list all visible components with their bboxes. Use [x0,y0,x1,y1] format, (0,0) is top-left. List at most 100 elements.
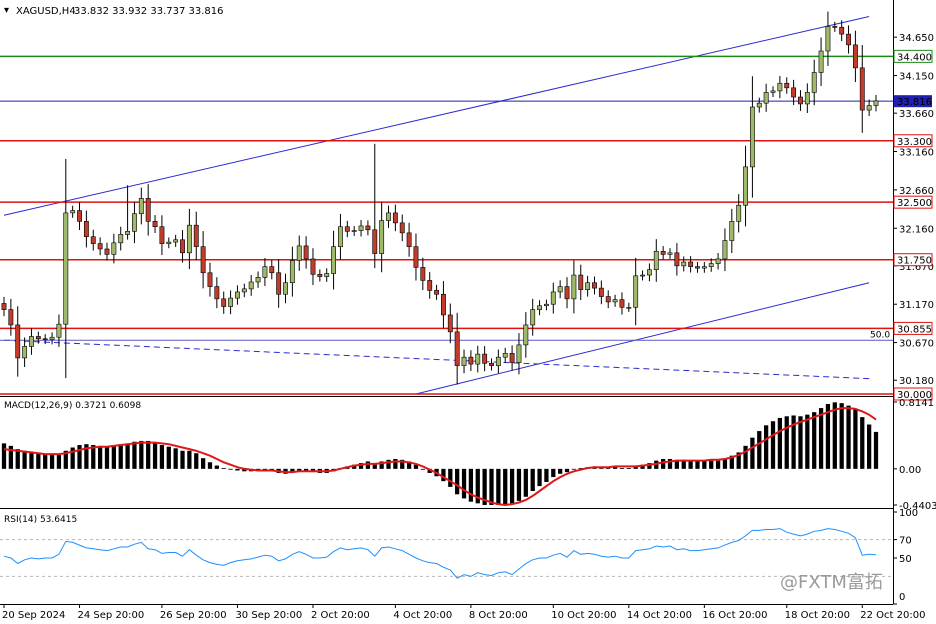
macd-bar [97,445,103,469]
macd-bar [805,414,810,469]
candle-down [441,293,446,316]
candle-up [777,82,783,92]
rsi-panel[interactable]: 100 70 50 0 RSI(14) 53.6415 @FXTM富拓 [0,508,918,605]
macd-bar [159,445,165,469]
time-tick-label: 10 Oct 20:00 [551,610,616,621]
macd-bar [365,461,371,469]
macd-bar [619,468,625,469]
candle-down [859,67,865,111]
candle-up [729,221,735,241]
candle-down [8,309,14,326]
candle-up [818,50,824,73]
candle-down [509,353,515,363]
macd-axis: 0.81410.00-0.4403 [893,398,936,512]
macd-bar [757,431,762,469]
candle-down [207,272,213,287]
candle-up [530,309,536,326]
macd-bar [393,458,398,469]
rsi-levels [0,539,893,577]
candle-down [427,280,433,291]
macd-bar [56,454,62,469]
macd-bar [49,454,55,469]
macd-bar [297,468,302,471]
candle-down [42,338,48,341]
fib-50-label: 50.0 [870,330,890,340]
macd-bar [1,443,7,469]
candle-up [22,346,28,359]
rsi-tick-label: 0 [899,592,905,603]
candle-down [145,198,151,222]
candle-down [344,226,350,232]
ohlc-readout: 33.832 33.932 33.737 33.816 [74,6,224,17]
trend-line [415,282,870,395]
candle-up [358,225,364,231]
candle-down [482,353,488,364]
fib-level[interactable]: 50.0 [0,330,893,341]
level-tag-label: 33.300 [897,137,932,148]
macd-bar [132,441,137,469]
macd-bar [104,446,110,469]
macd-bar [860,417,865,469]
symbol-label: XAGUSD,H4 [16,6,76,17]
time-tick-label: 16 Oct 20:00 [702,610,767,621]
price-chart[interactable]: 50.0 34.650 34.150 33.660 33.160 32.660 32.16… [0,0,936,624]
candle-down [420,267,426,281]
candle-down [83,221,89,237]
macd-bar [221,468,226,469]
time-tick-label: 30 Sep 20:00 [235,610,302,621]
candle-up [166,241,172,244]
time-tick-label: 8 Oct 20:00 [469,610,528,621]
candle-down [317,273,323,277]
macd-label: MACD(12,26,9) 0.3721 0.6098 [4,401,141,411]
macd-bar [36,453,41,469]
macd-bar [743,445,748,469]
symbol-dropdown-icon[interactable]: ▾ [4,5,9,16]
candle-down [1,303,7,310]
macd-bar [626,468,631,469]
candle-up [173,239,179,243]
candle-up [653,250,659,270]
price-tick-label: 30.180 [899,376,934,387]
macd-bar [448,468,453,487]
price-tick-label: 34.150 [899,72,934,83]
macd-bar [715,460,721,469]
macd-histogram [1,402,879,505]
candle-up [70,210,76,214]
macd-bar [461,468,467,499]
rsi-axis: 100 70 50 0 [893,508,918,605]
candle-up [715,258,721,264]
candle-down [598,287,604,297]
candle-down [468,356,474,365]
candle-up [640,274,645,277]
macd-bar [722,458,728,469]
level-tag-label: 33.816 [897,97,932,108]
candle-down [564,286,570,300]
macd-bar [832,402,837,469]
candle-down [200,246,206,274]
macd-bar [29,452,34,469]
candle-up [722,240,728,260]
macd-bar [166,446,171,469]
candle-up [701,266,707,269]
level-tag-label: 34.400 [897,52,932,63]
candle-up [571,274,577,300]
price-tick-label: 31.170 [899,300,934,311]
price-tick-label: 34.650 [899,33,934,44]
macd-bar [784,416,789,469]
macd-bar [496,468,501,505]
macd-bar [139,440,144,469]
candle-up [585,282,591,290]
macd-panel[interactable]: 0.81410.00-0.4403 MACD(12,26,9) 0.3721 0… [0,398,936,512]
rsi-tick-label: 100 [899,508,918,519]
candle-up [763,92,769,104]
price-panel[interactable]: 50.0 34.650 34.150 33.660 33.160 32.660 32.16… [0,0,934,604]
candle-up [825,26,831,52]
candle-down [15,324,21,359]
rsi-label: RSI(14) 53.6415 [4,515,77,525]
macd-bar [503,468,508,505]
candle-up [543,303,549,307]
candle-up [338,226,343,247]
candle-up [537,305,542,310]
macd-bar [111,445,116,469]
macd-bar [420,468,425,470]
